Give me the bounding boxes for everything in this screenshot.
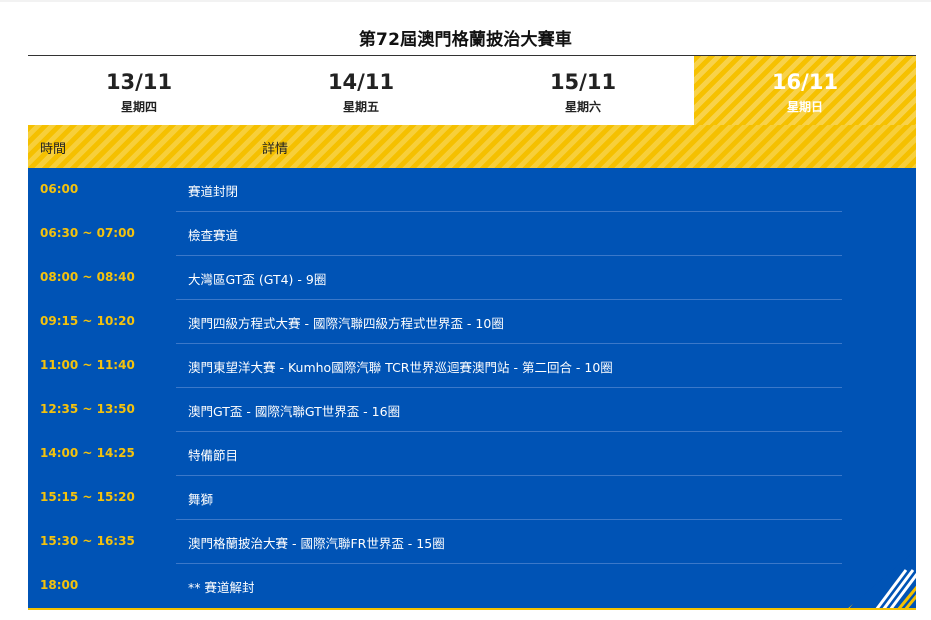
row-details: ** 賽道解封 (188, 580, 255, 595)
page-title: 第72屆澳門格蘭披治大賽車 (358, 30, 573, 50)
top-divider (0, 0, 931, 2)
table-row: 08:00 ~ 08:40 大灣區GT盃 (GT4) - 9圈 (28, 256, 916, 300)
day-tabs: 13/11 星期四 14/11 星期五 15/11 星期六 16/11 星期日 (28, 55, 916, 125)
row-time: 14:00 ~ 14:25 (40, 446, 135, 460)
table-row: 11:00 ~ 11:40 澳門東望洋大賽 - Kumho國際汽聯 TCR世界巡… (28, 344, 916, 388)
tab-date: 15/11 (549, 70, 617, 94)
tab-day-1[interactable]: 13/11 星期四 (28, 56, 250, 125)
table-row: 15:15 ~ 15:20 舞獅 (28, 476, 916, 520)
row-time: 09:15 ~ 10:20 (40, 314, 135, 328)
tab-day-4[interactable]: 16/11 星期日 (694, 56, 916, 125)
row-details: 澳門GT盃 - 國際汽聯GT世界盃 - 16圈 (188, 404, 401, 419)
tab-date: 14/11 (327, 70, 395, 94)
header-time: 時間 (40, 142, 67, 157)
tab-weekday: 星期日 (786, 100, 823, 114)
row-details: 澳門四級方程式大賽 - 國際汽聯四級方程式世界盃 - 10圈 (188, 316, 504, 331)
row-time: 11:00 ~ 11:40 (40, 358, 135, 372)
row-time: 12:35 ~ 13:50 (40, 402, 135, 416)
stripe-corner-decoration (846, 550, 916, 610)
row-time: 06:00 (40, 182, 79, 196)
row-time: 08:00 ~ 08:40 (40, 270, 135, 284)
table-row: 18:00 ** 賽道解封 (28, 564, 916, 608)
row-time: 06:30 ~ 07:00 (40, 226, 135, 240)
table-row: 12:35 ~ 13:50 澳門GT盃 - 國際汽聯GT世界盃 - 16圈 (28, 388, 916, 432)
row-details: 檢查賽道 (188, 228, 239, 243)
table-row: 06:00 賽道封閉 (28, 168, 916, 212)
tab-weekday: 星期四 (120, 100, 157, 114)
tab-day-3[interactable]: 15/11 星期六 (472, 56, 694, 125)
row-details: 舞獅 (188, 492, 214, 507)
table-header: 時間 詳情 (28, 125, 916, 168)
tab-day-2[interactable]: 14/11 星期五 (250, 56, 472, 125)
table-row: 15:30 ~ 16:35 澳門格蘭披治大賽 - 國際汽聯FR世界盃 - 15圈 (28, 520, 916, 564)
row-details: 澳門東望洋大賽 - Kumho國際汽聯 TCR世界巡迴賽澳門站 - 第二回合 -… (188, 360, 613, 375)
row-details: 特備節目 (188, 448, 239, 463)
row-time: 18:00 (40, 578, 79, 592)
tab-weekday: 星期六 (564, 100, 601, 114)
table-row: 14:00 ~ 14:25 特備節目 (28, 432, 916, 476)
header-details: 詳情 (262, 142, 289, 157)
table-row: 06:30 ~ 07:00 檢查賽道 (28, 212, 916, 256)
tab-weekday: 星期五 (342, 100, 379, 114)
row-details: 賽道封閉 (188, 184, 239, 199)
row-time: 15:30 ~ 16:35 (40, 534, 135, 548)
tab-date: 16/11 (771, 70, 839, 94)
row-details: 大灣區GT盃 (GT4) - 9圈 (188, 272, 327, 287)
bottom-accent-line (28, 608, 916, 610)
row-time: 15:15 ~ 15:20 (40, 490, 135, 504)
schedule-widget: 13/11 星期四 14/11 星期五 15/11 星期六 16/11 星期日 … (28, 55, 916, 610)
schedule-table: 06:00 賽道封閉 06:30 ~ 07:00 檢查賽道 08:00 ~ 08… (28, 168, 916, 610)
table-row: 09:15 ~ 10:20 澳門四級方程式大賽 - 國際汽聯四級方程式世界盃 -… (28, 300, 916, 344)
row-details: 澳門格蘭披治大賽 - 國際汽聯FR世界盃 - 15圈 (188, 536, 445, 551)
tab-date: 13/11 (105, 70, 173, 94)
